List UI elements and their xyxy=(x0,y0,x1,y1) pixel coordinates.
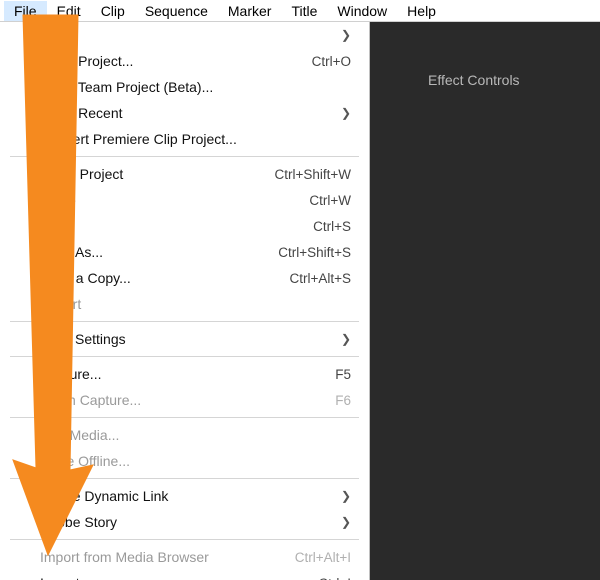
menu-item-label: Import... xyxy=(40,575,91,580)
menu-item-make-offline: Make Offline... xyxy=(0,448,369,474)
menu-shortcut: F5 xyxy=(335,367,351,382)
menu-item-import-from-media-browser: Import from Media Browser Ctrl+Alt+I xyxy=(0,544,369,570)
menu-separator xyxy=(10,478,359,479)
menu-separator xyxy=(10,156,359,157)
menubar: FileEditClipSequenceMarkerTitleWindowHel… xyxy=(0,0,600,22)
menu-shortcut: Ctrl+Shift+S xyxy=(278,245,351,260)
menu-item-sync-settings[interactable]: Sync Settings ❯ xyxy=(0,326,369,352)
menu-item-label: Make Offline... xyxy=(40,453,130,469)
menu-separator xyxy=(10,356,359,357)
menu-item-adobe-story[interactable]: Adobe Story ❯ xyxy=(0,509,369,535)
content-row: New ❯ Open Project... Ctrl+O Open Team Proje… xyxy=(0,22,600,580)
menu-item-save-a-copy[interactable]: Save a Copy... Ctrl+Alt+S xyxy=(0,265,369,291)
menu-item-label: Adobe Story xyxy=(40,514,117,530)
menu-item-new[interactable]: New ❯ xyxy=(0,22,369,48)
menu-item-label: Open Recent xyxy=(40,105,123,121)
menu-shortcut: Ctrl+Shift+W xyxy=(274,167,351,182)
menu-item-label: Batch Capture... xyxy=(40,392,141,408)
menu-separator xyxy=(10,417,359,418)
menu-item-label: Import from Media Browser xyxy=(40,549,209,565)
menu-item-import[interactable]: Import... Ctrl+I xyxy=(0,570,369,580)
menu-item-revert: Revert xyxy=(0,291,369,317)
menu-item-label: Open Project... xyxy=(40,53,133,69)
menu-item-link-media: Link Media... xyxy=(0,422,369,448)
menu-item-open-project[interactable]: Open Project... Ctrl+O xyxy=(0,48,369,74)
menu-item-close[interactable]: Close Ctrl+W xyxy=(0,187,369,213)
menu-item-label: Sync Settings xyxy=(40,331,126,347)
menu-item-save[interactable]: Save Ctrl+S xyxy=(0,213,369,239)
menu-item-label: Adobe Dynamic Link xyxy=(40,488,168,504)
menu-item-label: Save xyxy=(40,218,72,234)
menu-item-label: Close Project xyxy=(40,166,123,182)
chevron-right-icon: ❯ xyxy=(341,106,351,120)
menu-shortcut: Ctrl+Alt+S xyxy=(289,271,351,286)
menubar-item-clip[interactable]: Clip xyxy=(91,1,135,21)
menu-item-label: Open Team Project (Beta)... xyxy=(40,79,213,95)
menu-item-save-as[interactable]: Save As... Ctrl+Shift+S xyxy=(0,239,369,265)
menu-item-batch-capture: Batch Capture... F6 xyxy=(0,387,369,413)
effect-controls-label: Effect Controls xyxy=(428,72,520,88)
menu-item-open-team-project-beta[interactable]: Open Team Project (Beta)... xyxy=(0,74,369,100)
menu-shortcut: Ctrl+Alt+I xyxy=(295,550,351,565)
menu-shortcut: Ctrl+I xyxy=(318,576,351,580)
chevron-right-icon: ❯ xyxy=(341,332,351,346)
menu-item-label: Close xyxy=(40,192,76,208)
chevron-right-icon: ❯ xyxy=(341,28,351,42)
menu-shortcut: F6 xyxy=(335,393,351,408)
menu-item-label: Save As... xyxy=(40,244,103,260)
file-menu-dropdown: New ❯ Open Project... Ctrl+O Open Team Proje… xyxy=(0,22,370,580)
menu-item-label: Save a Copy... xyxy=(40,270,131,286)
menubar-item-sequence[interactable]: Sequence xyxy=(135,1,218,21)
menu-item-label: Convert Premiere Clip Project... xyxy=(40,131,237,147)
menu-item-label: New xyxy=(40,27,68,43)
menu-shortcut: Ctrl+O xyxy=(312,54,351,69)
menu-item-label: Capture... xyxy=(40,366,101,382)
menu-item-label: Link Media... xyxy=(40,427,119,443)
menu-shortcut: Ctrl+W xyxy=(309,193,351,208)
menubar-item-help[interactable]: Help xyxy=(397,1,446,21)
menu-separator xyxy=(10,539,359,540)
menubar-item-edit[interactable]: Edit xyxy=(47,1,91,21)
menu-item-close-project[interactable]: Close Project Ctrl+Shift+W xyxy=(0,161,369,187)
menubar-item-file[interactable]: File xyxy=(4,1,47,21)
menubar-item-title[interactable]: Title xyxy=(281,1,327,21)
menu-separator xyxy=(10,321,359,322)
menubar-item-marker[interactable]: Marker xyxy=(218,1,282,21)
menu-item-adobe-dynamic-link[interactable]: Adobe Dynamic Link ❯ xyxy=(0,483,369,509)
menubar-item-window[interactable]: Window xyxy=(327,1,397,21)
menu-item-capture[interactable]: Capture... F5 xyxy=(0,361,369,387)
menu-shortcut: Ctrl+S xyxy=(313,219,351,234)
chevron-right-icon: ❯ xyxy=(341,489,351,503)
chevron-right-icon: ❯ xyxy=(341,515,351,529)
menu-item-open-recent[interactable]: Open Recent ❯ xyxy=(0,100,369,126)
menu-item-label: Revert xyxy=(40,296,81,312)
effect-controls-panel: Effect Controls xyxy=(370,22,600,580)
menu-item-convert-premiere-clip-project[interactable]: Convert Premiere Clip Project... xyxy=(0,126,369,152)
